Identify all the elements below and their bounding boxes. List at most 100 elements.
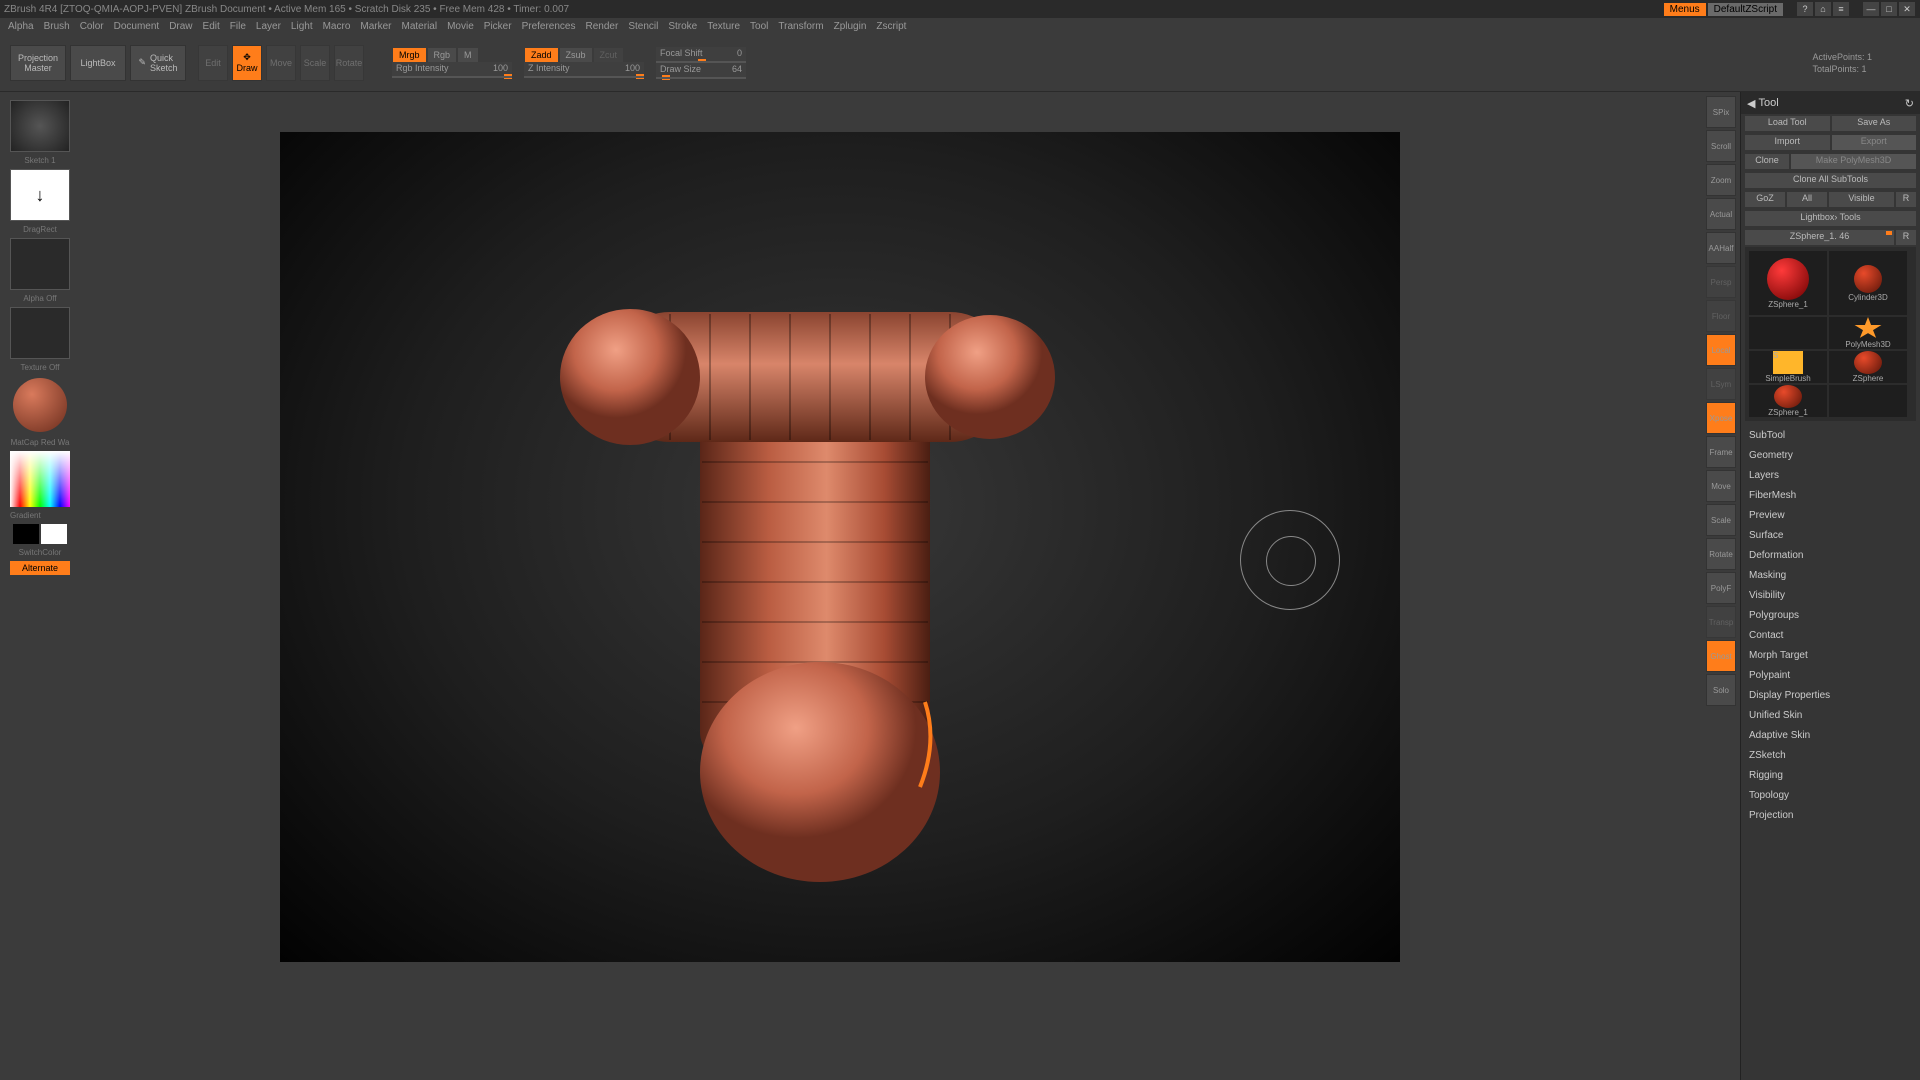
zoom-button[interactable]: Zoom	[1706, 164, 1736, 196]
section-deformation[interactable]: Deformation	[1749, 545, 1912, 565]
menu-color[interactable]: Color	[80, 21, 104, 32]
tool-zsphere1[interactable]: ZSphere_1	[1749, 251, 1827, 315]
section-polypaint[interactable]: Polypaint	[1749, 665, 1912, 685]
section-rigging[interactable]: Rigging	[1749, 765, 1912, 785]
menu-zplugin[interactable]: Zplugin	[834, 21, 867, 32]
local-button[interactable]: Local	[1706, 334, 1736, 366]
section-morph-target[interactable]: Morph Target	[1749, 645, 1912, 665]
quicksketch-button[interactable]: ✎Quick Sketch	[130, 45, 186, 81]
close-icon[interactable]: ✕	[1899, 2, 1915, 16]
stroke-thumbnail[interactable]: ↓	[10, 169, 70, 221]
z-intensity-slider[interactable]: Z Intensity100	[524, 62, 644, 76]
solo-button[interactable]: Solo	[1706, 674, 1736, 706]
make-polymesh-button[interactable]: Make PolyMesh3D	[1791, 154, 1916, 169]
menu-preferences[interactable]: Preferences	[522, 21, 576, 32]
tool-panel-header[interactable]: ◀ Tool ↻	[1741, 92, 1920, 114]
menu-file[interactable]: File	[230, 21, 246, 32]
actual-button[interactable]: Actual	[1706, 198, 1736, 230]
gradient-label[interactable]: Gradient	[4, 511, 76, 520]
brush-thumbnail[interactable]	[10, 100, 70, 152]
rgb-button[interactable]: Rgb	[428, 48, 457, 62]
menus-button[interactable]: Menus	[1664, 3, 1706, 16]
section-surface[interactable]: Surface	[1749, 525, 1912, 545]
save-as-button[interactable]: Save As	[1832, 116, 1917, 131]
menu-transform[interactable]: Transform	[778, 21, 823, 32]
section-layers[interactable]: Layers	[1749, 465, 1912, 485]
menu-alpha[interactable]: Alpha	[8, 21, 34, 32]
import-button[interactable]: Import	[1745, 135, 1830, 150]
projection-master-button[interactable]: Projection Master	[10, 45, 66, 81]
section-polygroups[interactable]: Polygroups	[1749, 605, 1912, 625]
frame-button[interactable]: Frame	[1706, 436, 1736, 468]
material-thumbnail[interactable]	[13, 378, 67, 432]
tool-cylinder3d[interactable]: Cylinder3D	[1829, 251, 1907, 315]
tool-r-button[interactable]: R	[1896, 230, 1916, 245]
zadd-button[interactable]: Zadd	[525, 48, 558, 62]
tool-polymesh3d[interactable]: PolyMesh3D	[1829, 317, 1907, 349]
goz-r-button[interactable]: R	[1896, 192, 1916, 207]
switchcolor-button[interactable]: SwitchColor	[4, 548, 76, 557]
menu-brush[interactable]: Brush	[44, 21, 70, 32]
draw-button[interactable]: ✥Draw	[232, 45, 262, 81]
section-subtool[interactable]: SubTool	[1749, 425, 1912, 445]
help-icon[interactable]: ?	[1797, 2, 1813, 16]
menu-draw[interactable]: Draw	[169, 21, 192, 32]
scroll-button[interactable]: Scroll	[1706, 130, 1736, 162]
section-unified-skin[interactable]: Unified Skin	[1749, 705, 1912, 725]
menu-texture[interactable]: Texture	[707, 21, 740, 32]
tool-zsphere1b[interactable]: ZSphere_1	[1749, 385, 1827, 417]
swatch-black[interactable]	[13, 524, 39, 544]
rotate-button[interactable]: Rotate	[334, 45, 364, 81]
section-contact[interactable]: Contact	[1749, 625, 1912, 645]
move-button[interactable]: Move	[266, 45, 296, 81]
menu-marker[interactable]: Marker	[360, 21, 391, 32]
aahalf-button[interactable]: AAHalf	[1706, 232, 1736, 264]
scale-button[interactable]: Scale	[300, 45, 330, 81]
menu-stencil[interactable]: Stencil	[628, 21, 658, 32]
goz-button[interactable]: GoZ	[1745, 192, 1785, 207]
rotate-view-button[interactable]: Rotate	[1706, 538, 1736, 570]
polyf-button[interactable]: PolyF	[1706, 572, 1736, 604]
texture-thumbnail[interactable]	[10, 307, 70, 359]
menu-edit[interactable]: Edit	[203, 21, 220, 32]
section-fibermesh[interactable]: FiberMesh	[1749, 485, 1912, 505]
swatch-white[interactable]	[41, 524, 67, 544]
goz-all-button[interactable]: All	[1787, 192, 1827, 207]
section-masking[interactable]: Masking	[1749, 565, 1912, 585]
menu-render[interactable]: Render	[586, 21, 619, 32]
maximize-icon[interactable]: □	[1881, 2, 1897, 16]
scale-view-button[interactable]: Scale	[1706, 504, 1736, 536]
section-topology[interactable]: Topology	[1749, 785, 1912, 805]
transp-button[interactable]: Transp	[1706, 606, 1736, 638]
zsub-button[interactable]: Zsub	[560, 48, 592, 62]
zcut-button[interactable]: Zcut	[594, 48, 624, 62]
focal-shift-slider[interactable]: Focal Shift0	[656, 47, 746, 61]
m-button[interactable]: M	[458, 48, 478, 62]
pin-icon[interactable]: ◀	[1747, 97, 1755, 110]
section-visibility[interactable]: Visibility	[1749, 585, 1912, 605]
menu-material[interactable]: Material	[402, 21, 438, 32]
menu-document[interactable]: Document	[114, 21, 160, 32]
section-display-properties[interactable]: Display Properties	[1749, 685, 1912, 705]
menu-movie[interactable]: Movie	[447, 21, 474, 32]
minimize-icon[interactable]: —	[1863, 2, 1879, 16]
ghost-button[interactable]: Ghost	[1706, 640, 1736, 672]
draw-size-slider[interactable]: Draw Size64	[656, 63, 746, 77]
lightbox-tools-button[interactable]: Lightbox› Tools	[1745, 211, 1916, 226]
mrgb-button[interactable]: Mrgb	[393, 48, 426, 62]
section-geometry[interactable]: Geometry	[1749, 445, 1912, 465]
floor-button[interactable]: Floor	[1706, 300, 1736, 332]
goz-visible-button[interactable]: Visible	[1829, 192, 1894, 207]
menu-stroke[interactable]: Stroke	[668, 21, 697, 32]
canvas[interactable]	[280, 132, 1400, 962]
spix-button[interactable]: SPix	[1706, 96, 1736, 128]
tool-empty2[interactable]	[1829, 385, 1907, 417]
menu-tool[interactable]: Tool	[750, 21, 768, 32]
menu-picker[interactable]: Picker	[484, 21, 512, 32]
grid-icon[interactable]: ≡	[1833, 2, 1849, 16]
menu-light[interactable]: Light	[291, 21, 313, 32]
section-projection[interactable]: Projection	[1749, 805, 1912, 825]
section-zsketch[interactable]: ZSketch	[1749, 745, 1912, 765]
tool-empty1[interactable]	[1749, 317, 1827, 349]
move-view-button[interactable]: Move	[1706, 470, 1736, 502]
